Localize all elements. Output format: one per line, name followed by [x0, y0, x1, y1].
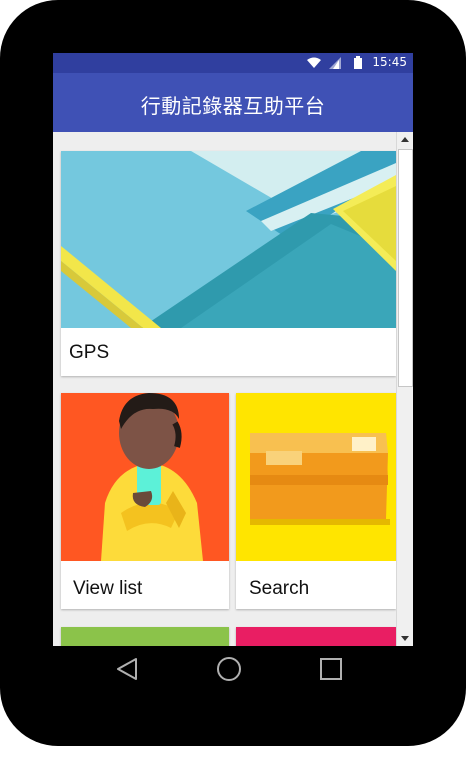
- scrollbar-thumb[interactable]: [398, 149, 413, 387]
- gps-card[interactable]: GPS: [61, 151, 396, 376]
- app-title: 行動記錄器互助平台: [140, 94, 326, 118]
- gps-card-label: GPS: [69, 342, 110, 363]
- card-list[interactable]: GPS View list Search: [53, 132, 396, 646]
- list-item-next-right[interactable]: [236, 627, 396, 646]
- search-card-image: [236, 393, 396, 561]
- back-icon[interactable]: [115, 657, 139, 681]
- search-card[interactable]: Search: [236, 393, 396, 609]
- status-bar: 15:45: [53, 53, 413, 73]
- search-card-label: Search: [249, 578, 310, 599]
- app-bar: 行動記錄器互助平台: [53, 73, 413, 132]
- navigation-bar: [53, 646, 413, 692]
- list-item-next-left[interactable]: [61, 627, 229, 646]
- screen: 15:45 行動記錄器互助平台 GPS View list Search: [53, 53, 413, 646]
- home-icon[interactable]: [216, 656, 242, 682]
- recents-icon[interactable]: [319, 657, 343, 681]
- battery-icon: [354, 56, 362, 69]
- view-list-card[interactable]: View list: [61, 393, 229, 609]
- gps-card-image: [61, 151, 396, 328]
- scroll-down-icon[interactable]: [397, 630, 413, 646]
- scroll-up-icon[interactable]: [397, 132, 413, 148]
- scrollbar[interactable]: [396, 132, 413, 646]
- view-list-card-label: View list: [73, 578, 143, 599]
- view-list-card-image: [61, 393, 229, 561]
- status-time: 15:45: [372, 55, 407, 69]
- phone-frame: 15:45 行動記錄器互助平台 GPS View list Search: [0, 0, 466, 746]
- signal-icon: [329, 57, 341, 69]
- wifi-icon: [307, 57, 321, 68]
